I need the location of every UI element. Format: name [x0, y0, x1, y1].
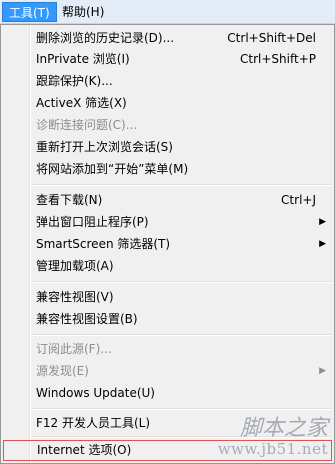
menu-separator — [31, 281, 332, 283]
shortcut-label: Ctrl+Shift+P — [240, 52, 316, 66]
menu-item-label: SmartScreen 筛选器(T) — [36, 237, 171, 251]
menu-item-compat-settings[interactable]: 兼容性视图设置(B) — [31, 309, 332, 330]
menu-separator — [31, 334, 332, 336]
menu-item-reopen-session[interactable]: 重新打开上次浏览会话(S) — [31, 137, 332, 158]
menu-bar: 工具(T) 帮助(H) — [0, 0, 335, 24]
shortcut-label: Ctrl+Shift+Del — [227, 31, 316, 45]
menu-separator — [31, 408, 332, 410]
menu-item-label: 查看下载(N) — [36, 193, 103, 207]
menu-item-subscribe-feed: 订阅此源(F)... — [36, 342, 112, 356]
menu-separator — [31, 184, 332, 186]
submenu-arrow-icon: ▶ — [319, 217, 326, 227]
menu-item-add-to-start[interactable]: 将网站添加到“开始”菜单(M) — [31, 159, 332, 180]
menu-item-diagnose: 诊断连接问题(C)... — [36, 118, 138, 132]
tools-dropdown-menu: 删除浏览的历史记录(D)... Ctrl+Shift+Del InPrivate… — [0, 24, 335, 464]
menu-item-manage-addons[interactable]: 管理加载项(A) — [31, 256, 332, 277]
menu-item-windows-update[interactable]: Windows Update(U) — [31, 383, 332, 404]
submenu-arrow-icon: ▶ — [319, 366, 326, 376]
watermark: 脚本之家 www.jb51.net — [217, 416, 328, 458]
menu-item-label: InPrivate 浏览(I) — [36, 52, 130, 66]
watermark-url: www.jb51.net — [217, 440, 328, 458]
menu-item-delete-history[interactable]: 删除浏览的历史记录(D)... Ctrl+Shift+Del — [31, 28, 332, 49]
menu-item-inprivate[interactable]: InPrivate 浏览(I) Ctrl+Shift+P — [31, 49, 332, 70]
menu-item-feed-discovery: 源发现(E) ▶ — [31, 361, 332, 382]
menu-item-smartscreen[interactable]: SmartScreen 筛选器(T) ▶ — [31, 234, 332, 255]
menu-item-popup-blocker[interactable]: 弹出窗口阻止程序(P) ▶ — [31, 212, 332, 233]
watermark-title: 脚本之家 — [239, 416, 328, 441]
menu-item-label: 源发现(E) — [36, 364, 89, 378]
menu-item-view-downloads[interactable]: 查看下载(N) Ctrl+J — [31, 190, 332, 211]
menu-item-compat-view[interactable]: 兼容性视图(V) — [31, 287, 332, 308]
menu-help[interactable]: 帮助(H) — [56, 2, 110, 22]
menu-item-label: 删除浏览的历史记录(D)... — [36, 31, 175, 45]
menu-tools[interactable]: 工具(T) — [2, 2, 57, 22]
shortcut-label: Ctrl+J — [281, 193, 316, 207]
menu-item-activex-filter[interactable]: ActiveX 筛选(X) — [31, 93, 332, 114]
submenu-arrow-icon: ▶ — [319, 239, 326, 249]
menu-item-tracking-protection[interactable]: 跟踪保护(K)... — [31, 71, 332, 92]
menu-item-label: 弹出窗口阻止程序(P) — [36, 215, 149, 229]
